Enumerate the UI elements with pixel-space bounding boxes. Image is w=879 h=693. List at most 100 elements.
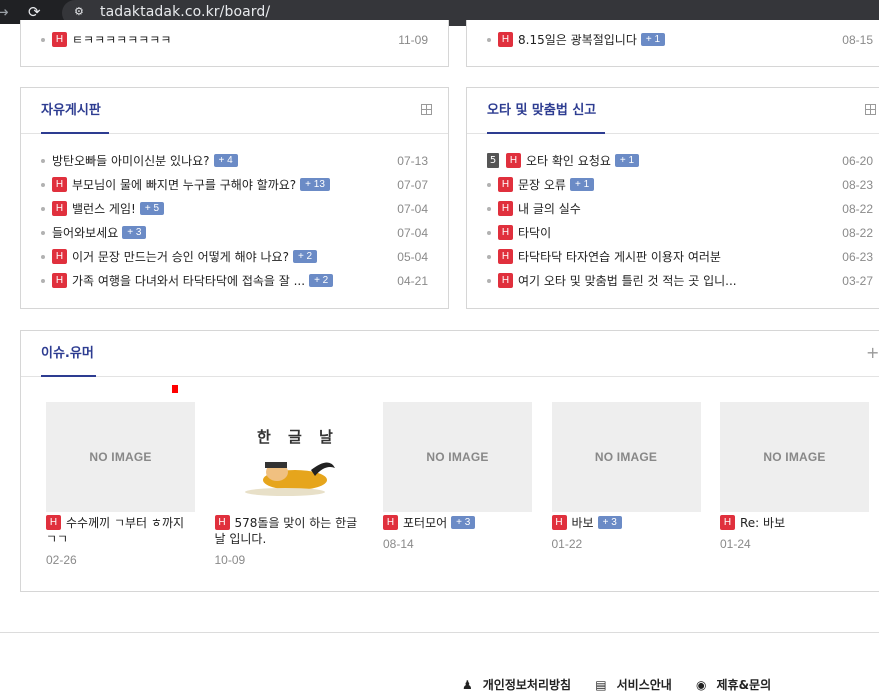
post-title[interactable]: 수수께끼 ㄱ부터 ㅎ까지 ㄱㄱ [46, 516, 184, 546]
post-title[interactable]: 밸런스 게임! [72, 202, 136, 216]
bullet-icon [41, 182, 45, 187]
comment-count-badge: + 2 [292, 250, 318, 263]
gallery-title[interactable]: H 포터모어 + 3 [383, 515, 532, 531]
lock-icon: ♟ [462, 678, 473, 692]
more-icon[interactable] [865, 104, 876, 115]
list-item[interactable]: 들어와보세요 + 3 07-04 [41, 221, 428, 245]
more-icon[interactable] [421, 104, 432, 115]
post-date: 02-26 [46, 553, 77, 567]
gallery-title[interactable]: H 바보 + 3 [551, 515, 701, 531]
post-title[interactable]: 내 글의 실수 [518, 202, 581, 216]
hot-badge: H [52, 177, 67, 192]
post-title[interactable]: 방탄오빠들 아미이신분 있나요? [52, 154, 210, 168]
post-date: 07-04 [397, 202, 428, 216]
list-item[interactable]: 5 H 오타 확인 요청요 + 1 06-20 [487, 149, 873, 173]
more-icon[interactable]: + [866, 345, 879, 361]
post-date: 08-15 [842, 33, 873, 47]
bullet-icon [41, 230, 45, 235]
gallery-title[interactable]: H Re: 바보 [720, 515, 869, 531]
post-title[interactable]: 578돌을 맞이 하는 한글날 입니다. [215, 516, 358, 546]
thumbnail-placeholder[interactable]: NO IMAGE [46, 402, 195, 512]
post-title[interactable]: ㅌㅋㅋㅋㅋㅋㅋㅋㅋ [72, 33, 171, 47]
board-title[interactable]: 이슈.유머 [41, 345, 94, 362]
list-item[interactable]: H 문장 오류 + 1 08-23 [487, 173, 873, 197]
eye-icon: ◉ [696, 678, 707, 692]
url-text[interactable]: tadaktadak.co.kr/board/ [100, 3, 270, 21]
list-item[interactable]: H 밸런스 게임! + 5 07-04 [41, 197, 428, 221]
bullet-icon [41, 37, 45, 42]
thumbnail-placeholder[interactable]: NO IMAGE [551, 402, 701, 512]
top-right-board-partial: H 8.15일은 광복절입니다 + 1 08-15 [466, 20, 879, 67]
thumbnail-placeholder[interactable]: NO IMAGE [383, 402, 532, 512]
hot-badge: H [498, 249, 513, 264]
post-title[interactable]: 바보 [572, 516, 594, 530]
hot-badge: H [551, 515, 567, 530]
hot-badge: H [46, 515, 61, 530]
post-title[interactable]: Re: 바보 [740, 516, 785, 530]
hot-badge: H [720, 515, 735, 530]
list-item[interactable]: H 여기 오타 및 맞춤법 틀린 것 적는 곳 입니... 03-27 [487, 269, 873, 293]
thumbnail-image[interactable]: 한 글 날 [214, 402, 364, 512]
top-left-board-partial: H ㅌㅋㅋㅋㅋㅋㅋㅋㅋ 11-09 [20, 20, 449, 67]
post-title[interactable]: 오타 확인 요청요 [526, 154, 611, 168]
post-title[interactable]: 여기 오타 및 맞춤법 틀린 것 적는 곳 입니... [518, 274, 737, 288]
bullet-icon [487, 206, 491, 211]
gallery-item[interactable]: 한 글 날 H 578돌을 맞이 하는 한글날 입니다. 10-09 [214, 402, 364, 567]
board-header: 오타 및 맞춤법 신고 [467, 88, 879, 134]
post-title[interactable]: 포터모어 [403, 516, 447, 530]
hot-badge: H [52, 32, 67, 47]
gallery-item[interactable]: NO IMAGE H 포터모어 + 3 08-14 [383, 402, 532, 551]
gallery-item[interactable]: NO IMAGE H 수수께끼 ㄱ부터 ㅎ까지 ㄱㄱ 02-26 [46, 402, 195, 567]
board-title[interactable]: 오타 및 맞춤법 신고 [487, 102, 596, 119]
back-icon[interactable]: → [0, 1, 9, 23]
board-title[interactable]: 자유게시판 [41, 102, 101, 119]
post-title[interactable]: 타닥타닥 타자연습 게시판 이용자 여러분 [518, 250, 721, 264]
bullet-icon [487, 37, 491, 42]
post-title[interactable]: 부모님이 물에 빠지면 누구를 구해야 할까요? [72, 178, 296, 192]
list-item[interactable]: H 타닥타닥 타자연습 게시판 이용자 여러분 06-23 [487, 245, 873, 269]
comment-count-badge: + 1 [614, 154, 640, 167]
post-title[interactable]: 이거 문장 만드는거 승인 어떻게 해야 나요? [72, 250, 289, 264]
gallery-item[interactable]: NO IMAGE H 바보 + 3 01-22 [551, 402, 701, 551]
footer-link-label: 개인정보처리방침 [482, 678, 572, 692]
post-title[interactable]: 들어와보세요 [52, 226, 118, 240]
gallery-item[interactable]: NO IMAGE H Re: 바보 01-24 [720, 402, 869, 551]
post-list: 5 H 오타 확인 요청요 + 1 06-20 H 문장 오류 + 1 08-23 H 내 글의 실… [487, 149, 873, 293]
issue-board-panel: 이슈.유머 + NO IMAGE H 수수께끼 ㄱ부터 ㅎ까지 ㄱㄱ 02-26 한 글… [20, 330, 879, 592]
gallery-title[interactable]: H 수수께끼 ㄱ부터 ㅎ까지 ㄱㄱ [46, 515, 195, 547]
post-date: 08-23 [842, 178, 873, 192]
hot-badge: H [383, 515, 398, 530]
comment-count-badge: + 3 [122, 226, 147, 239]
list-item[interactable]: H 부모님이 물에 빠지면 누구를 구해야 할까요? + 13 07-07 [41, 173, 428, 197]
list-item[interactable]: 방탄오빠들 아미이신분 있나요? + 4 07-13 [41, 149, 428, 173]
footer-link-service[interactable]: ▤ 서비스안내 [595, 678, 682, 692]
hot-badge: H [506, 153, 521, 168]
footer-link-privacy[interactable]: ♟ 개인정보처리방침 [462, 678, 581, 692]
comment-count-badge: + 4 [213, 154, 238, 167]
post-title[interactable]: 타닥이 [518, 226, 551, 240]
list-item[interactable]: H 8.15일은 광복절입니다 + 1 08-15 [487, 30, 873, 54]
hot-badge: H [52, 201, 67, 216]
list-item[interactable]: H 이거 문장 만드는거 승인 어떻게 해야 나요? + 2 05-04 [41, 245, 428, 269]
footer-links: ♟ 개인정보처리방침 ▤ 서비스안내 ◉ 제휴&문의 [462, 676, 791, 693]
list-item[interactable]: H 내 글의 실수 08-22 [487, 197, 873, 221]
list-item[interactable]: H 타닥이 08-22 [487, 221, 873, 245]
list-item[interactable]: H 가족 여행을 다녀와서 타닥타닥에 접속을 잘 ... + 2 04-21 [41, 269, 428, 293]
post-date: 07-07 [397, 178, 428, 192]
post-date: 01-24 [720, 537, 751, 551]
thumbnail-placeholder[interactable]: NO IMAGE [720, 402, 869, 512]
list-item[interactable]: H ㅌㅋㅋㅋㅋㅋㅋㅋㅋ 11-09 [41, 30, 428, 54]
post-title[interactable]: 8.15일은 광복절입니다 [518, 33, 637, 47]
post-date: 11-09 [398, 33, 428, 47]
cursor-marker [172, 385, 178, 393]
post-list: 방탄오빠들 아미이신분 있나요? + 4 07-13 H 부모님이 물에 빠지면 누구를… [41, 149, 428, 293]
post-date: 06-20 [842, 154, 873, 168]
hot-badge: H [498, 177, 513, 192]
bullet-icon [487, 230, 491, 235]
gallery-title[interactable]: H 578돌을 맞이 하는 한글날 입니다. [214, 515, 364, 547]
post-title[interactable]: 문장 오류 [518, 178, 566, 192]
comment-count-badge: + 1 [640, 33, 666, 46]
site-info-icon[interactable]: ⚙ [74, 4, 90, 20]
footer-link-contact[interactable]: ◉ 제휴&문의 [696, 678, 781, 692]
post-title[interactable]: 가족 여행을 다녀와서 타닥타닥에 접속을 잘 ... [72, 274, 305, 288]
